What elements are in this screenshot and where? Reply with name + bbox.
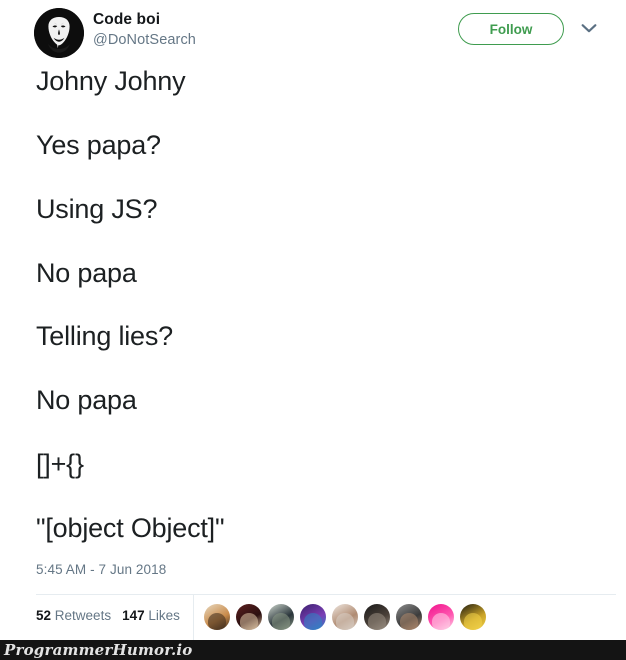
tweet-line: Johny Johny	[36, 66, 186, 96]
liker-avatar-9[interactable]	[460, 604, 486, 630]
tweet-header: Code boi @DoNotSearch Follow	[0, 0, 626, 66]
author-block[interactable]: Code boi @DoNotSearch	[93, 10, 196, 50]
avatar-thumbnail	[304, 613, 322, 630]
stats-divider-vertical	[193, 595, 194, 640]
stats-divider-horizontal	[36, 594, 616, 595]
tweet-line: []+{}	[36, 449, 84, 480]
liker-avatar-5[interactable]	[332, 604, 358, 630]
retweets-stat[interactable]: 52 Retweets	[36, 608, 111, 623]
liker-avatar-1[interactable]	[204, 604, 230, 630]
avatar-thumbnail	[400, 613, 418, 630]
liker-avatar-3[interactable]	[268, 604, 294, 630]
author-name: Code boi	[93, 11, 161, 28]
avatar-thumbnail	[336, 613, 354, 630]
avatar[interactable]	[34, 8, 84, 58]
avatar-thumbnail	[464, 613, 482, 630]
tweet-line: Telling lies?	[36, 321, 173, 352]
watermark-text: ProgrammerHumor.io	[4, 641, 193, 659]
tweet-line: "[object Object]"	[36, 513, 225, 544]
follow-button[interactable]: Follow	[458, 13, 564, 45]
tweet-card: Code boi @DoNotSearch Follow Johny Johny…	[0, 0, 626, 640]
liker-avatar-7[interactable]	[396, 604, 422, 630]
likes-stat[interactable]: 147 Likes	[122, 608, 180, 623]
tweet-text: Johny Johny Yes papa? Using JS? No papa …	[36, 66, 596, 577]
chevron-down-icon	[581, 21, 597, 39]
avatar-thumbnail	[208, 613, 226, 630]
liker-avatar-8[interactable]	[428, 604, 454, 630]
author-handle: @DoNotSearch	[93, 32, 196, 49]
likes-label: Likes	[148, 608, 180, 623]
tweet-line: No papa	[36, 385, 137, 416]
tweet-timestamp[interactable]: 5:45 AM - 7 Jun 2018	[36, 562, 166, 577]
avatar-thumbnail	[240, 613, 258, 630]
tweet-line: Using JS?	[36, 193, 158, 224]
tweet-stats: 52 Retweets 147 Likes	[36, 608, 191, 623]
more-options-button[interactable]	[578, 22, 600, 38]
retweets-count: 52	[36, 608, 52, 623]
liker-avatar-2[interactable]	[236, 604, 262, 630]
avatar-thumbnail	[432, 613, 450, 630]
likes-count: 147	[122, 608, 145, 623]
avatar-thumbnail	[272, 613, 290, 630]
anonymous-mask-icon	[34, 8, 84, 58]
liker-avatar-6[interactable]	[364, 604, 390, 630]
tweet-line: No papa	[36, 257, 137, 288]
liker-avatar-4[interactable]	[300, 604, 326, 630]
retweets-label: Retweets	[54, 608, 112, 623]
tweet-line: Yes papa?	[36, 129, 161, 160]
liker-avatars	[204, 604, 486, 630]
avatar-thumbnail	[368, 613, 386, 630]
